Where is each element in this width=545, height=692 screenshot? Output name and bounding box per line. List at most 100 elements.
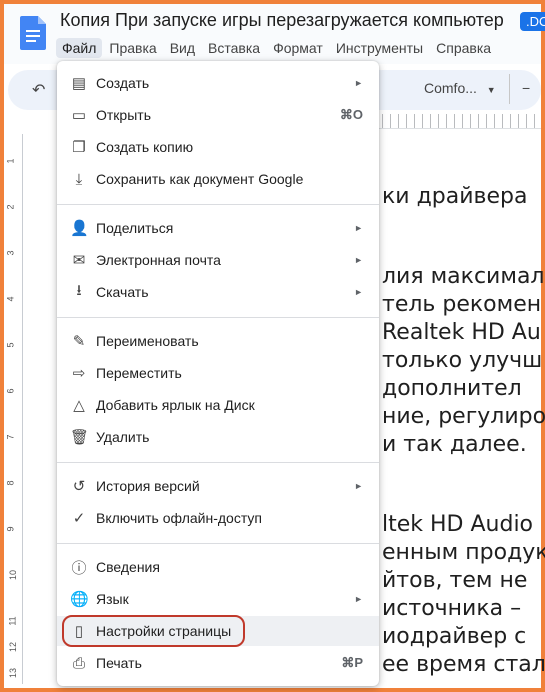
share-icon: 👤 — [70, 220, 89, 237]
ruler-number: 6 — [5, 388, 16, 394]
content-line: Realtek HD Au — [382, 320, 541, 345]
menu-item-details[interactable]: ⓘ Сведения — [57, 552, 379, 582]
menu-item-label: Создать копию — [96, 139, 194, 155]
content-line: йтов, тем не — [382, 568, 528, 593]
menu-item-label: Включить офлайн-доступ — [96, 510, 262, 526]
vertical-ruler[interactable]: 1 2 3 4 5 6 7 8 9 10 11 12 13 — [5, 134, 23, 684]
menu-divider — [57, 317, 379, 318]
menu-item-label: История версий — [96, 478, 200, 494]
ruler-number: 10 — [8, 569, 19, 581]
undo-icon[interactable]: ↶ — [32, 80, 45, 100]
menu-item-label: Удалить — [96, 429, 150, 445]
submenu-arrow-icon: ► — [354, 287, 363, 297]
content-line: и так далее. — [382, 432, 527, 457]
ruler-number: 2 — [5, 204, 16, 210]
ruler-number: 8 — [5, 480, 16, 486]
menu-item-make-copy[interactable]: ❐ Создать копию — [57, 132, 379, 162]
new-doc-icon: ▤ — [71, 75, 87, 92]
file-menu: ▤ Создать ► ▭ Открыть ⌘O ❐ Создать копию… — [57, 61, 379, 686]
menu-item-label: Поделиться — [96, 220, 174, 236]
copy-icon: ❐ — [72, 139, 86, 156]
content-line: тель рекомен — [382, 292, 542, 317]
content-line: енным продук — [382, 540, 545, 565]
toolbar-divider — [509, 74, 510, 104]
ruler-number: 1 — [5, 158, 16, 164]
ruler-number: 11 — [7, 616, 18, 626]
menu-insert[interactable]: Вставка — [202, 38, 266, 58]
highlight-annotation — [62, 615, 245, 647]
menu-item-language[interactable]: 🌐 Язык ► — [57, 584, 379, 614]
menu-file[interactable]: Файл — [56, 38, 103, 58]
menu-item-label: Сохранить как документ Google — [96, 171, 304, 187]
submenu-arrow-icon: ► — [354, 255, 363, 265]
history-icon: ↺ — [72, 478, 86, 495]
download-icon: ⭳ — [76, 281, 82, 299]
menu-divider — [57, 543, 379, 544]
menu-item-email[interactable]: ✉ Электронная почта ► — [57, 245, 379, 275]
info-icon: ⓘ — [71, 559, 87, 577]
font-size-decrease-icon[interactable]: − — [522, 80, 530, 96]
menu-divider — [57, 462, 379, 463]
content-line: ltek HD Audio — [382, 512, 534, 537]
ruler-number: 12 — [8, 641, 19, 653]
content-line: только улучш — [382, 348, 543, 373]
menu-item-add-shortcut[interactable]: △ Добавить ярлык на Диск — [57, 390, 379, 420]
menu-item-share[interactable]: 👤 Поделиться ► — [57, 213, 379, 243]
content-line: источника – — [382, 596, 522, 621]
docs-logo-icon[interactable] — [20, 16, 46, 50]
ruler-number: 3 — [5, 250, 16, 256]
menu-item-label: Скачать — [96, 284, 149, 300]
menu-item-label: Добавить ярлык на Диск — [96, 397, 255, 413]
menu-format[interactable]: Формат — [267, 38, 329, 58]
chevron-down-icon: ▼ — [486, 85, 496, 95]
menu-item-label: Сведения — [96, 559, 160, 575]
content-line: дополнител — [382, 376, 522, 401]
menu-item-download[interactable]: ⭳ Скачать ► — [57, 277, 379, 307]
menu-bar: Файл Правка Вид Вставка Формат Инструмен… — [56, 38, 498, 58]
submenu-arrow-icon: ► — [354, 78, 363, 88]
ruler-number: 7 — [5, 434, 16, 440]
menu-divider — [57, 204, 379, 205]
menu-item-label: Электронная почта — [96, 252, 221, 268]
ruler-number: 5 — [5, 342, 16, 348]
font-select[interactable]: Comfo... ▼ — [424, 80, 496, 96]
email-icon: ✉ — [72, 252, 86, 269]
document-title[interactable]: Копия При запуске игры перезагружается к… — [60, 10, 504, 31]
trash-icon: 🗑 — [70, 429, 90, 446]
menu-item-delete[interactable]: 🗑 Удалить — [57, 422, 379, 452]
rename-icon: ✎ — [72, 333, 86, 350]
save-icon: ⤓ — [75, 170, 83, 188]
menu-edit[interactable]: Правка — [103, 38, 162, 58]
ruler-number: 9 — [5, 526, 16, 532]
menu-item-label: Язык — [96, 591, 129, 607]
globe-icon: 🌐 — [70, 591, 89, 608]
menu-item-new[interactable]: ▤ Создать ► — [57, 68, 379, 98]
menu-item-label: Создать — [96, 75, 150, 91]
shortcut-label: ⌘O — [339, 107, 363, 122]
drive-shortcut-icon: △ — [73, 397, 85, 414]
move-icon: ⇨ — [72, 365, 86, 382]
menu-item-print[interactable]: ⎙ Печать ⌘P — [57, 648, 379, 678]
content-line: ние, регулиро — [382, 404, 545, 429]
font-name: Comfo... — [424, 80, 477, 96]
horizontal-ruler[interactable] — [374, 114, 541, 129]
content-line: ее время стал — [382, 652, 545, 677]
menu-tools[interactable]: Инструменты — [330, 38, 429, 58]
ruler-number: 13 — [8, 667, 19, 679]
menu-view[interactable]: Вид — [164, 38, 201, 58]
menu-item-move[interactable]: ⇨ Переместить — [57, 358, 379, 388]
content-line: иодрайвер с — [382, 624, 527, 649]
menu-help[interactable]: Справка — [430, 38, 497, 58]
menu-item-open[interactable]: ▭ Открыть ⌘O — [57, 100, 379, 130]
offline-icon: ✓ — [72, 510, 86, 527]
menu-item-offline[interactable]: ✓ Включить офлайн-доступ — [57, 503, 379, 533]
print-icon: ⎙ — [72, 654, 85, 672]
menu-item-rename[interactable]: ✎ Переименовать — [57, 326, 379, 356]
menu-item-label: Переместить — [96, 365, 182, 381]
submenu-arrow-icon: ► — [354, 223, 363, 233]
shortcut-label: ⌘P — [341, 655, 363, 670]
menu-item-version-history[interactable]: ↺ История версий ► — [57, 471, 379, 501]
file-format-badge: .DO — [520, 12, 545, 31]
menu-item-save-as-google-doc[interactable]: ⤓ Сохранить как документ Google — [57, 164, 379, 194]
content-line: лия максимал — [382, 264, 545, 289]
